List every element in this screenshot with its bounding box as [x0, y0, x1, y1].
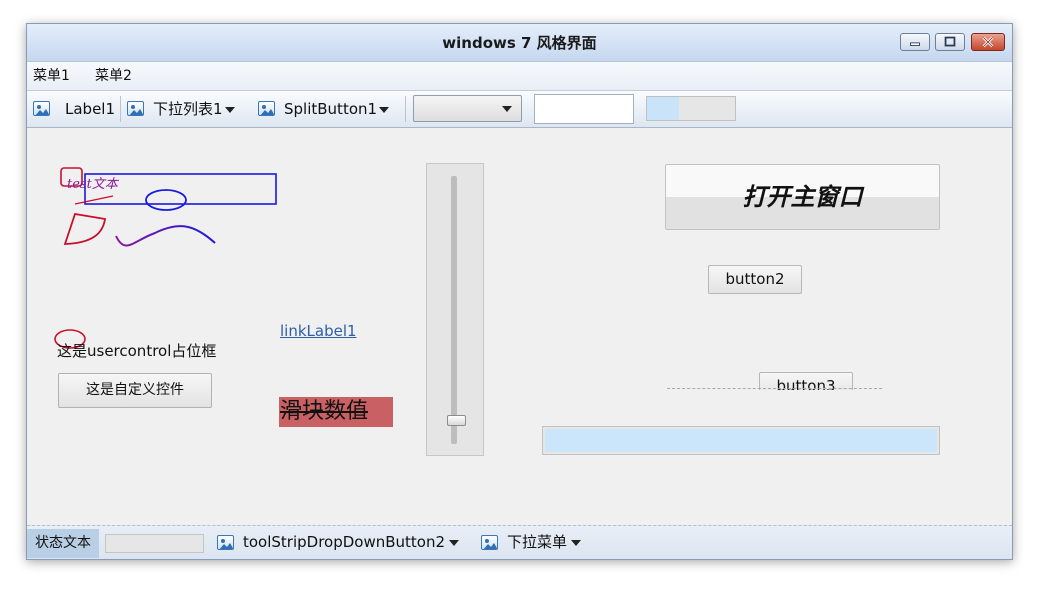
- drawn-pie: [63, 212, 107, 245]
- image-icon: [258, 101, 275, 116]
- image-icon: [33, 101, 50, 116]
- toolbar-text-box[interactable]: [534, 94, 634, 124]
- button2[interactable]: button2: [708, 265, 802, 294]
- trackbar-rail: [451, 176, 457, 444]
- toolbar: Label1 下拉列表1 SplitButton1: [27, 91, 1012, 128]
- toolbar-combo-box[interactable]: [413, 95, 522, 122]
- main-content: test文本 linkLabel1 这是usercontrol占位框 这是自定义…: [27, 128, 1012, 525]
- minimize-button[interactable]: [900, 33, 930, 51]
- toolbar-separator: [405, 96, 406, 122]
- toolbar-dropdown-1[interactable]: 下拉列表1: [127, 91, 242, 128]
- toolbar-separator: [120, 96, 121, 122]
- usercontrol-placeholder: 这是usercontrol占位框: [57, 342, 217, 360]
- image-icon: [127, 101, 144, 116]
- window-title: windows 7 风格界面: [442, 34, 597, 52]
- drawn-line: [74, 195, 114, 205]
- toolbar-split-button-label: SplitButton1: [284, 100, 378, 118]
- status-dropdown-button[interactable]: toolStripDropDownButton2: [217, 526, 463, 560]
- slider-value-label: 滑块数值: [279, 397, 393, 427]
- menu-bar: 菜单1 菜单2: [27, 62, 1012, 91]
- status-progress-bar: [105, 534, 204, 553]
- menu-item-2[interactable]: 菜单2: [95, 62, 132, 91]
- vertical-trackbar[interactable]: [426, 163, 484, 456]
- main-progress-fill: [545, 429, 937, 452]
- custom-control-button[interactable]: 这是自定义控件: [58, 373, 212, 408]
- status-strip: 状态文本 toolStripDropDownButton2 下拉菜单: [27, 525, 1012, 559]
- status-dropdown-button-label: toolStripDropDownButton2: [243, 533, 446, 551]
- maximize-icon: [944, 36, 956, 47]
- drawing-canvas: test文本: [60, 167, 277, 247]
- status-dropdown-menu[interactable]: 下拉菜单: [481, 526, 591, 560]
- triangle-down-icon: [225, 107, 235, 113]
- triangle-down-icon: [571, 540, 581, 546]
- toolbar-progress-bar: [646, 96, 736, 121]
- app-window: windows 7 风格界面 菜单1 菜单2 Label1 下拉列表1 Spli…: [26, 23, 1013, 560]
- image-icon: [481, 535, 498, 550]
- image-icon: [217, 535, 234, 550]
- triangle-down-icon[interactable]: [379, 107, 389, 113]
- link-label[interactable]: linkLabel1: [280, 322, 357, 340]
- status-dropdown-menu-label: 下拉菜单: [507, 533, 568, 551]
- dashed-divider: [667, 388, 882, 389]
- maximize-button[interactable]: [935, 33, 965, 51]
- drawn-text: test文本: [67, 176, 120, 192]
- close-icon: [982, 36, 994, 48]
- drawn-bezier-curve: [115, 225, 216, 247]
- open-main-window-button[interactable]: 打开主窗口: [665, 164, 940, 230]
- toolbar-label1-text: Label1: [65, 100, 116, 118]
- toolbar-progress-fill: [647, 97, 679, 120]
- toolbar-dropdown-1-label: 下拉列表1: [153, 100, 223, 118]
- triangle-down-icon: [449, 540, 459, 546]
- trackbar-thumb[interactable]: [447, 415, 466, 426]
- drawn-ellipse: [145, 189, 187, 211]
- menu-item-1[interactable]: 菜单1: [33, 62, 70, 91]
- minimize-icon: [910, 42, 920, 46]
- toolbar-split-button[interactable]: SplitButton1: [258, 91, 393, 128]
- triangle-down-icon: [502, 106, 512, 112]
- status-label: 状态文本: [27, 529, 99, 558]
- close-button[interactable]: [971, 33, 1005, 51]
- title-bar[interactable]: windows 7 风格界面: [27, 24, 1012, 62]
- main-progress-bar: [542, 426, 940, 455]
